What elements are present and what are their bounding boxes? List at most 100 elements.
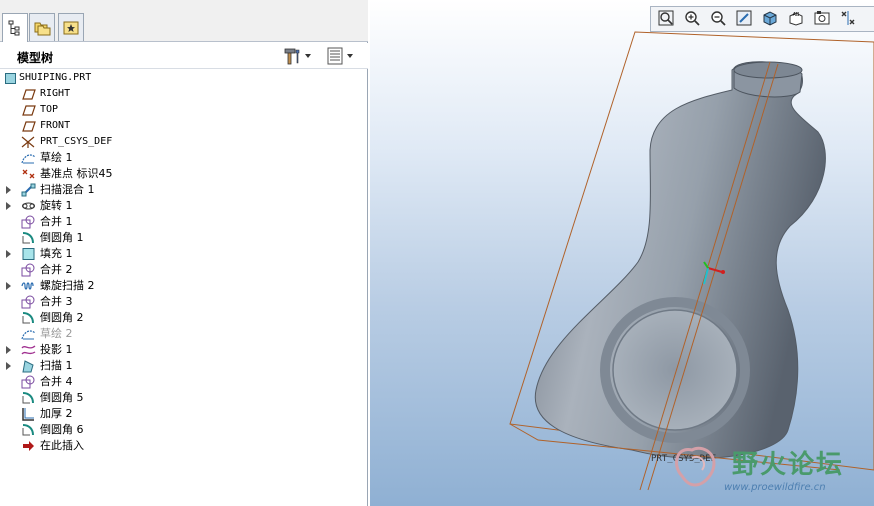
tree-item-label: 投影 1 (40, 343, 73, 356)
tree-item[interactable]: 合并 4 (0, 374, 368, 390)
model-tree-title: 模型树 (17, 51, 54, 65)
tree-item[interactable]: 填充 1 (0, 246, 368, 262)
tree-settings-button[interactable] (283, 47, 311, 65)
expand-arrow-icon[interactable] (6, 186, 11, 194)
zoom-out-icon (710, 10, 726, 29)
tree-item-label: 螺旋扫描 2 (40, 279, 95, 292)
sketch-icon (21, 327, 36, 341)
tree-item[interactable]: 倒圆角 2 (0, 310, 368, 326)
tree-item[interactable]: RIGHT (0, 86, 368, 102)
tree-item[interactable]: 倒圆角 6 (0, 422, 368, 438)
graphics-viewport[interactable]: AB PRT_CSYS_DEF 野火论坛 www.proewildfire.cn (370, 0, 874, 506)
watermark-text: 野火论坛 (732, 450, 845, 480)
expand-arrow-icon[interactable] (6, 282, 11, 290)
tree-item-label: 倒圆角 2 (40, 311, 84, 324)
tree-item[interactable]: 合并 1 (0, 214, 368, 230)
merge-icon (21, 375, 36, 389)
tree-item-label: PRT_CSYS_DEF (40, 136, 113, 147)
saved-views-button[interactable]: AB (783, 8, 809, 30)
datum-display-icon (840, 10, 856, 29)
tree-item-label: 草绘 1 (40, 151, 73, 164)
helical-sweep-icon (21, 279, 36, 293)
saved-views-icon: AB (788, 10, 804, 29)
fill-icon (21, 247, 36, 261)
csys-icon (21, 135, 36, 149)
tree-item-label: 倒圆角 6 (40, 423, 84, 436)
watermark-url: www.proewildfire.cn (724, 482, 826, 493)
expand-arrow-icon[interactable] (6, 250, 11, 258)
tree-item-label: 合并 2 (40, 263, 73, 276)
tree-item[interactable]: 螺旋扫描 2 (0, 278, 368, 294)
tree-item-label: 旋转 1 (40, 199, 73, 212)
tree-item[interactable]: 投影 1 (0, 342, 368, 358)
zoom-in-icon (684, 10, 700, 29)
tree-item[interactable]: 倒圆角 1 (0, 230, 368, 246)
merge-icon (21, 295, 36, 309)
tree-item-label: 合并 3 (40, 295, 73, 308)
star-icon (63, 21, 79, 34)
tree-item-label: 扫描混合 1 (40, 183, 95, 196)
swept-blend-icon (21, 183, 36, 197)
tree-item-label: TOP (40, 104, 59, 115)
repaint-icon (736, 10, 752, 29)
project-icon (21, 343, 36, 357)
datum-point-icon (21, 167, 36, 181)
list-columns-icon (327, 47, 343, 65)
zoom-in-button[interactable] (679, 8, 705, 30)
hammer-wrench-icon (284, 48, 300, 65)
merge-icon (21, 263, 36, 277)
tree-item[interactable]: 在此插入 (0, 438, 368, 454)
tree-item[interactable]: SHUIPING.PRT (0, 70, 368, 86)
favorites-tab[interactable] (58, 13, 84, 41)
merge-icon (21, 215, 36, 229)
svg-text:AB: AB (793, 12, 800, 18)
tree-item[interactable]: 草绘 2 (0, 326, 368, 342)
sketch-icon (21, 151, 36, 165)
round-icon (21, 311, 36, 325)
expand-arrow-icon[interactable] (6, 346, 11, 354)
tree-item[interactable]: 基准点 标识45 (0, 166, 368, 182)
display-style-button[interactable] (757, 8, 783, 30)
tree-item[interactable]: 旋转 1 (0, 198, 368, 214)
tree-item[interactable]: 草绘 1 (0, 150, 368, 166)
sweep-icon (21, 359, 36, 373)
tree-item[interactable]: 倒圆角 5 (0, 390, 368, 406)
shaded-cube-icon (762, 10, 778, 29)
tree-item[interactable]: 合并 3 (0, 294, 368, 310)
tree-columns-button[interactable] (327, 47, 353, 65)
model-tree-panel: 模型树 SHUIPING.PRT RIGHT TOP FRONT PRT_CSYS_DE… (0, 0, 368, 506)
datum-plane-icon (21, 103, 36, 117)
tree-item[interactable]: FRONT (0, 118, 368, 134)
datum-plane-icon (21, 119, 36, 133)
zoom-out-button[interactable] (705, 8, 731, 30)
tree-item[interactable]: 合并 2 (0, 262, 368, 278)
bottle-model[interactable] (370, 0, 874, 506)
view-manager-icon (814, 10, 830, 29)
chevron-down-icon (347, 54, 353, 58)
tree-item[interactable]: TOP (0, 102, 368, 118)
bottle-ring-inner (612, 309, 738, 431)
refit-button[interactable] (653, 8, 679, 30)
tree-item-label: RIGHT (40, 88, 71, 99)
datum-plane-icon (21, 87, 36, 101)
tree-item[interactable]: 扫描 1 (0, 358, 368, 374)
tree-item[interactable]: PRT_CSYS_DEF (0, 134, 368, 150)
tree-item-label: 加厚 2 (40, 407, 73, 420)
folder-browser-tab[interactable] (29, 13, 55, 41)
revolve-icon (21, 199, 36, 213)
tree-item[interactable]: 加厚 2 (0, 406, 368, 422)
tree-header: 模型树 (0, 43, 368, 69)
model-tree-tab[interactable] (2, 13, 28, 42)
tree-item-label: 在此插入 (40, 439, 84, 452)
tree-item-label: FRONT (40, 120, 71, 131)
watermark: 野火论坛 www.proewildfire.cn (662, 436, 874, 500)
expand-arrow-icon[interactable] (6, 362, 11, 370)
round-icon (21, 391, 36, 405)
tree-item-label: 基准点 标识45 (40, 167, 113, 180)
tree-item[interactable]: 扫描混合 1 (0, 182, 368, 198)
expand-arrow-icon[interactable] (6, 202, 11, 210)
view-manager-button[interactable] (809, 8, 835, 30)
insert-here-arrow-icon (21, 439, 36, 453)
repaint-button[interactable] (731, 8, 757, 30)
datum-display-button[interactable] (835, 8, 861, 30)
